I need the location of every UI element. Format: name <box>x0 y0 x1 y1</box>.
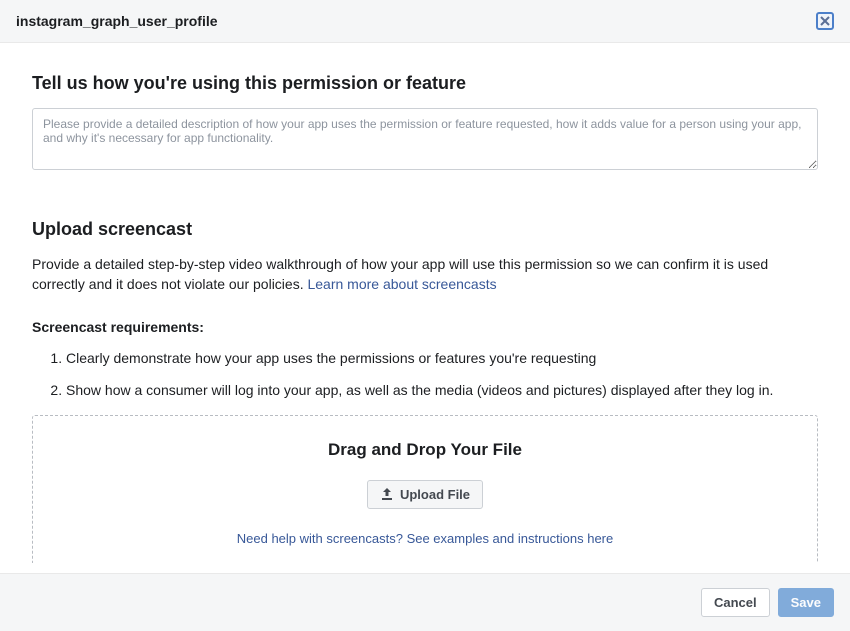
usage-description-input[interactable] <box>32 108 818 170</box>
modal-title: instagram_graph_user_profile <box>16 13 218 29</box>
learn-more-link[interactable]: Learn more about screencasts <box>307 276 496 292</box>
screencast-heading: Upload screencast <box>32 219 818 240</box>
usage-heading: Tell us how you're using this permission… <box>32 73 818 94</box>
requirements-heading: Screencast requirements: <box>32 319 818 335</box>
save-button[interactable]: Save <box>778 588 834 617</box>
close-icon <box>820 16 830 26</box>
close-button[interactable] <box>816 12 834 30</box>
dropzone-title: Drag and Drop Your File <box>43 440 807 460</box>
screencast-help-link[interactable]: Need help with screencasts? See examples… <box>43 531 807 546</box>
modal-footer: Cancel Save <box>0 573 850 631</box>
cancel-button[interactable]: Cancel <box>701 588 770 617</box>
modal-header: instagram_graph_user_profile <box>0 0 850 43</box>
upload-file-button[interactable]: Upload File <box>367 480 483 509</box>
modal-body: Tell us how you're using this permission… <box>0 43 850 563</box>
list-item: Show how a consumer will log into your a… <box>66 381 818 399</box>
upload-button-label: Upload File <box>400 487 470 502</box>
requirements-list: Clearly demonstrate how your app uses th… <box>32 349 818 399</box>
upload-icon <box>380 487 394 501</box>
list-item: Clearly demonstrate how your app uses th… <box>66 349 818 367</box>
file-dropzone[interactable]: Drag and Drop Your File Upload File Need… <box>32 415 818 563</box>
screencast-description: Provide a detailed step-by-step video wa… <box>32 254 818 295</box>
